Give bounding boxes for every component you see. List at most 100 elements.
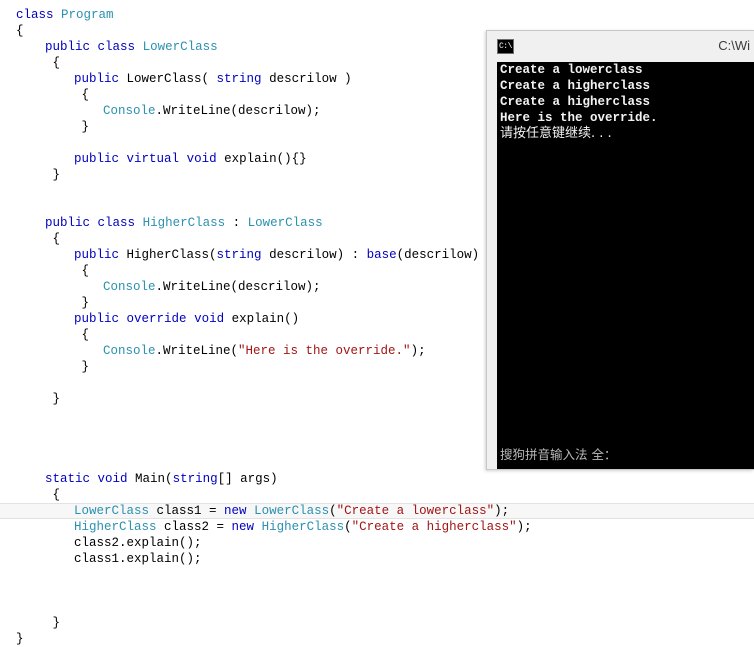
code-token-pl: );: [410, 344, 426, 358]
code-token-kw: static: [45, 472, 91, 486]
code-token-str: "Create a higherclass": [351, 520, 517, 534]
code-token-type: HigherClass: [74, 520, 157, 534]
code-token-kw: void: [97, 472, 128, 486]
console-icon: C:\: [497, 39, 514, 54]
ime-status-bar: 搜狗拼音输入法 全：: [500, 447, 617, 462]
code-token-pl: }: [74, 360, 90, 374]
code-token-pl: Main(: [127, 472, 173, 486]
code-token-pl: }: [74, 296, 90, 310]
code-token-kw: public: [45, 40, 91, 54]
code-token-pl: explain(){}: [216, 152, 307, 166]
code-line[interactable]: LowerClass class1 = new LowerClass("Crea…: [0, 503, 754, 519]
code-token-pl: descrilow) :: [261, 248, 367, 262]
code-token-pl: (descrilow): [396, 248, 480, 262]
code-token-pl: }: [45, 616, 61, 630]
code-line[interactable]: {: [0, 487, 754, 503]
code-token-kw: string: [172, 472, 218, 486]
code-token-str: "Create a lowerclass": [336, 504, 495, 518]
console-prompt-line: 请按任意键继续. . .: [500, 126, 612, 141]
code-token-kw: string: [216, 248, 262, 262]
code-line[interactable]: static void Main(string[] args): [0, 471, 754, 487]
code-token-pl: }: [16, 632, 24, 646]
code-token-pl: {: [45, 56, 61, 70]
code-token-kw: base: [366, 248, 397, 262]
code-token-pl: {: [74, 328, 90, 342]
code-token-pl: .WriteLine(descrilow);: [155, 280, 321, 294]
code-line[interactable]: [0, 567, 754, 583]
code-token-kw: class: [16, 8, 54, 22]
code-token-kw: public: [45, 216, 91, 230]
console-icon-glyph: C:\: [499, 42, 512, 51]
code-token-pl: }: [74, 120, 90, 134]
code-token-pl: }: [45, 392, 61, 406]
code-token-kw: class: [97, 216, 136, 230]
console-titlebar[interactable]: C:\ C:\Wi: [487, 31, 754, 62]
code-token-type: LowerClass: [254, 504, 330, 518]
console-output: Create a lowerclass Create a higherclass C…: [497, 62, 754, 126]
code-token-pl: {: [16, 24, 24, 38]
code-token-pl: class1.explain();: [74, 552, 202, 566]
code-token-pl: class2.explain();: [74, 536, 202, 550]
code-token-type: LowerClass: [142, 40, 218, 54]
code-token-pl: .WriteLine(descrilow);: [155, 104, 321, 118]
code-token-kw: public: [74, 248, 120, 262]
code-token-kw: void: [194, 312, 225, 326]
code-token-pl: (: [329, 504, 337, 518]
code-token-kw: void: [186, 152, 217, 166]
console-output-line: Here is the override.: [500, 111, 658, 125]
code-line[interactable]: class1.explain();: [0, 551, 754, 567]
code-token-type: LowerClass: [74, 504, 150, 518]
code-token-pl: descrilow ): [261, 72, 352, 86]
console-screen[interactable]: Create a lowerclass Create a higherclass C…: [497, 62, 754, 469]
code-token-pl: );: [516, 520, 532, 534]
code-token-pl: {: [74, 88, 90, 102]
code-line[interactable]: HigherClass class2 = new HigherClass("Cr…: [0, 519, 754, 535]
code-token-type: Console: [103, 280, 156, 294]
code-token-kw: public: [74, 72, 120, 86]
code-token-type: HigherClass: [142, 216, 226, 230]
console-title-text: C:\Wi: [718, 38, 750, 53]
code-token-pl: explain(): [224, 312, 300, 326]
code-token-type: HigherClass: [261, 520, 345, 534]
code-token-type: Program: [61, 8, 114, 22]
code-token-pl: :: [225, 216, 248, 230]
code-line[interactable]: class2.explain();: [0, 535, 754, 551]
code-token-pl: }: [45, 168, 61, 182]
code-token-pl: class1 =: [149, 504, 225, 518]
code-line[interactable]: [0, 599, 754, 615]
code-line[interactable]: }: [0, 631, 754, 647]
code-line[interactable]: [0, 583, 754, 599]
code-token-kw: class: [97, 40, 136, 54]
code-token-type: Console: [103, 344, 156, 358]
code-token-kw: string: [216, 72, 262, 86]
code-token-type: Console: [103, 104, 156, 118]
code-token-type: LowerClass: [247, 216, 323, 230]
console-output-line: Create a lowerclass: [500, 63, 643, 77]
code-line[interactable]: }: [0, 615, 754, 631]
code-token-kw: override: [126, 312, 187, 326]
code-line[interactable]: class Program: [0, 7, 754, 23]
code-token-kw: new: [224, 504, 247, 518]
code-token-kw: virtual: [126, 152, 180, 166]
code-token-kw: public: [74, 152, 120, 166]
code-token-pl: HigherClass(: [119, 248, 217, 262]
console-window[interactable]: C:\ C:\Wi Create a lowerclass Create a hi…: [486, 30, 754, 470]
code-token-pl: LowerClass(: [119, 72, 217, 86]
code-token-kw: public: [74, 312, 120, 326]
code-token-pl: class2 =: [156, 520, 232, 534]
code-token-pl: {: [45, 232, 61, 246]
code-token-pl: [] args): [217, 472, 278, 486]
code-token-pl: .WriteLine(: [155, 344, 239, 358]
